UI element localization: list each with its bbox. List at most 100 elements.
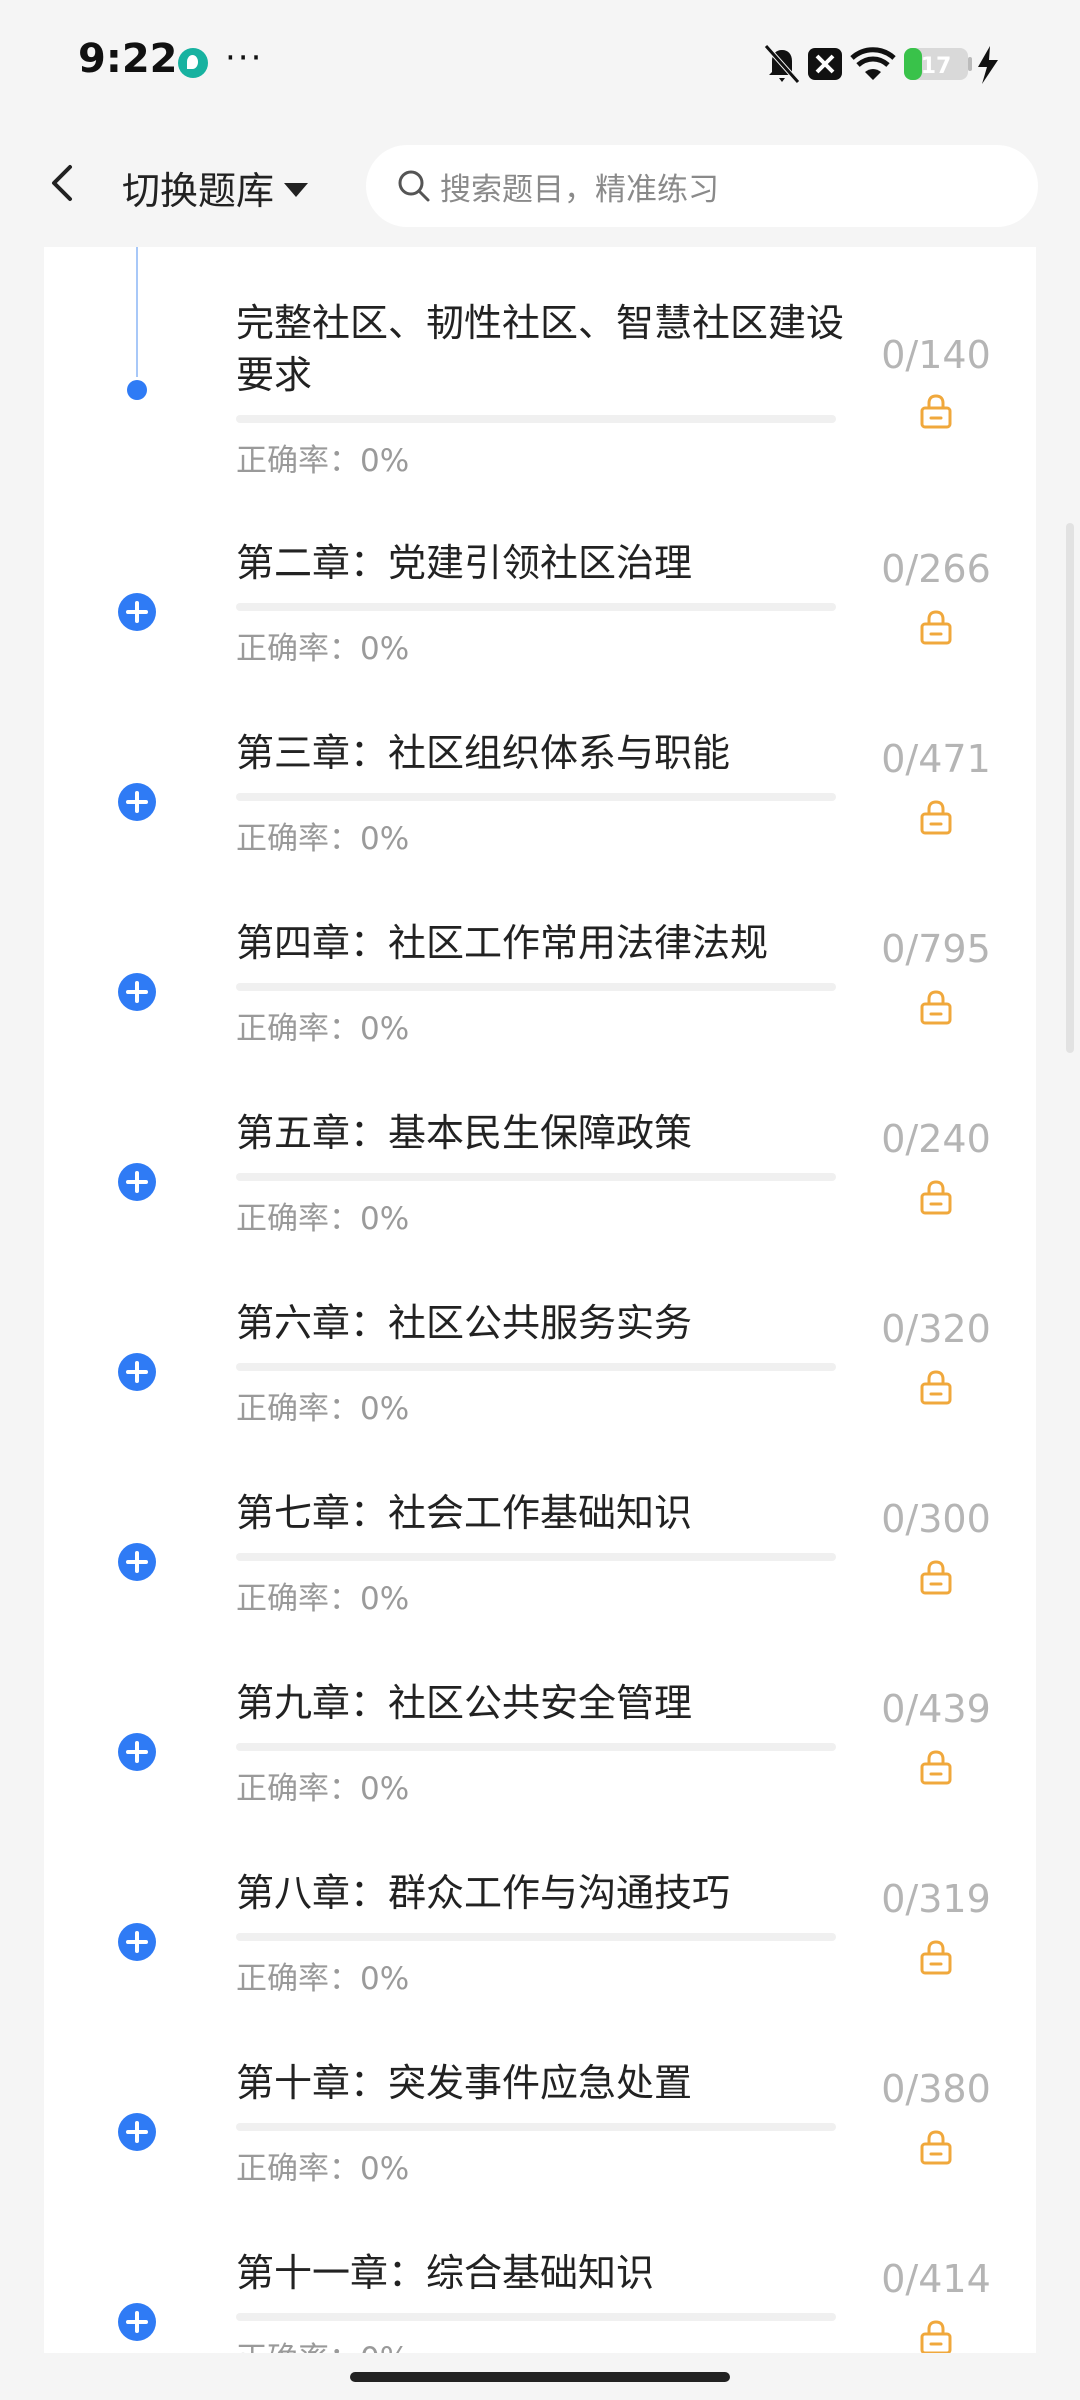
chapter-row[interactable]: 第五章：基本民生保障政策正确率：0% 0/240: [44, 1107, 1036, 1297]
accuracy-text: 正确率：0%: [236, 443, 410, 479]
battery-icon: 17: [904, 48, 972, 80]
lock-icon[interactable]: [919, 609, 953, 645]
question-count: 0/380: [881, 2067, 991, 2111]
chapter-row[interactable]: 第八章：群众工作与沟通技巧正确率：0% 0/319: [44, 1867, 1036, 2057]
expand-plus-icon[interactable]: [118, 973, 156, 1011]
timeline-dot: [127, 380, 147, 400]
expand-plus-icon[interactable]: [118, 593, 156, 631]
chapter-row[interactable]: 第九章：社区公共安全管理正确率：0% 0/439: [44, 1677, 1036, 1867]
status-time: 9:22: [78, 36, 178, 82]
search-input[interactable]: 搜索题目，精准练习: [366, 145, 1038, 227]
lock-icon[interactable]: [919, 799, 953, 835]
chapter-title: 第八章：群众工作与沟通技巧: [236, 1871, 731, 1915]
chapter-row[interactable]: 第六章：社区公共服务实务正确率：0% 0/320: [44, 1297, 1036, 1487]
expand-plus-icon[interactable]: [118, 1543, 156, 1581]
search-placeholder: 搜索题目，精准练习: [440, 171, 719, 208]
chapter-row[interactable]: 第十章：突发事件应急处置正确率：0% 0/380: [44, 2057, 1036, 2247]
accuracy-text: 正确率：0%: [236, 2151, 410, 2187]
lock-icon[interactable]: [919, 989, 953, 1025]
accuracy-text: 正确率：0%: [236, 1201, 410, 1237]
accuracy-text: 正确率：0%: [236, 821, 410, 857]
question-count: 0/240: [881, 1117, 991, 1161]
chapter-title: 第四章：社区工作常用法律法规: [236, 921, 769, 965]
question-count: 0/320: [881, 1307, 991, 1351]
question-count: 0/140: [881, 333, 991, 377]
status-icons: 17: [760, 42, 1010, 86]
progress-bar: [236, 1743, 836, 1751]
expand-plus-icon[interactable]: [118, 2303, 156, 2341]
lock-icon[interactable]: [919, 2319, 953, 2353]
question-count: 0/471: [881, 737, 991, 781]
accuracy-text: 正确率：0%: [236, 2333, 409, 2353]
question-count: 0/319: [881, 1877, 991, 1921]
chapter-row[interactable]: 第三章：社区组织体系与职能正确率：0% 0/471: [44, 727, 1036, 917]
lock-icon[interactable]: [919, 1369, 953, 1405]
chapter-list[interactable]: 完整社区、韧性社区、智慧社区建设要求正确率：0% 0/140 第二章：党建引领社区治…: [44, 247, 1036, 2353]
chapter-title: 第七章：社会工作基础知识: [236, 1491, 693, 1535]
lock-icon[interactable]: [919, 1939, 953, 1975]
switch-bank-dropdown[interactable]: 切换题库: [122, 160, 309, 215]
chapter-title: 第五章：基本民生保障政策: [236, 1111, 693, 1155]
lock-icon[interactable]: [919, 1179, 953, 1215]
question-count: 0/795: [881, 927, 991, 971]
chapter-row[interactable]: 第七章：社会工作基础知识正确率：0% 0/300: [44, 1487, 1036, 1677]
battery-level: 17: [921, 54, 952, 79]
chapter-row[interactable]: 第十一章：综合基础知识正确率：0% 0/414: [44, 2247, 1036, 2353]
page-title: 切换题库: [122, 169, 275, 213]
lock-icon[interactable]: [919, 393, 953, 429]
chapter-title: 第十章：突发事件应急处置: [236, 2061, 693, 2105]
question-count: 0/300: [881, 1497, 991, 1541]
progress-bar: [236, 2313, 836, 2321]
home-indicator[interactable]: [350, 2372, 730, 2382]
scrollbar[interactable]: [1066, 523, 1074, 1053]
status-bar: 9:22 ··· 17: [0, 0, 1080, 125]
progress-bar: [236, 2123, 836, 2131]
question-count: 0/266: [881, 547, 991, 591]
chapter-title: 第六章：社区公共服务实务: [236, 1301, 693, 1345]
accuracy-text: 正确率：0%: [236, 631, 410, 667]
lock-icon[interactable]: [919, 1749, 953, 1785]
chapter-row[interactable]: 完整社区、韧性社区、智慧社区建设要求正确率：0% 0/140: [44, 297, 1036, 487]
wifi-icon: [850, 47, 896, 80]
header: 切换题库 搜索题目，精准练习: [0, 125, 1080, 247]
accuracy-text: 正确率：0%: [236, 1391, 410, 1427]
accuracy-text: 正确率：0%: [236, 1581, 410, 1617]
search-icon: [398, 170, 430, 202]
more-notifications-icon: ···: [225, 38, 264, 78]
chapter-row[interactable]: 第二章：党建引领社区治理正确率：0% 0/266: [44, 537, 1036, 727]
app-notification-icon: [178, 48, 208, 78]
lock-icon[interactable]: [919, 2129, 953, 2165]
question-count: 0/439: [881, 1687, 991, 1731]
accuracy-text: 正确率：0%: [236, 1771, 410, 1807]
expand-plus-icon[interactable]: [118, 1733, 156, 1771]
charging-bolt-icon: [978, 46, 998, 84]
expand-plus-icon[interactable]: [118, 1353, 156, 1391]
progress-bar: [236, 1363, 836, 1371]
bell-off-icon: [764, 44, 800, 84]
chapter-title: 完整社区、韧性社区、智慧社区建设要求: [236, 301, 845, 397]
expand-plus-icon[interactable]: [118, 2113, 156, 2151]
back-button[interactable]: [40, 153, 86, 213]
accuracy-text: 正确率：0%: [236, 1961, 410, 1997]
close-box-icon: [808, 48, 842, 80]
progress-bar: [236, 793, 836, 801]
lock-icon[interactable]: [919, 1559, 953, 1595]
progress-bar: [236, 1553, 836, 1561]
chevron-left-icon: [52, 165, 72, 201]
chapter-title: 第九章：社区公共安全管理: [236, 1681, 693, 1725]
expand-plus-icon[interactable]: [118, 1163, 156, 1201]
progress-bar: [236, 983, 836, 991]
caret-down-icon: [284, 182, 309, 197]
progress-bar: [236, 415, 836, 423]
progress-bar: [236, 1933, 836, 1941]
chapter-title: 第二章：党建引领社区治理: [236, 541, 693, 585]
expand-plus-icon[interactable]: [118, 1923, 156, 1961]
chapter-row[interactable]: 第四章：社区工作常用法律法规正确率：0% 0/795: [44, 917, 1036, 1107]
chapter-title: 第十一章：综合基础知识: [236, 2251, 655, 2295]
screen: 9:22 ··· 17 切换题库 搜索题目，精准练习 完整社区、韧性社区、智慧社…: [0, 0, 1080, 2400]
chapter-title: 第三章：社区组织体系与职能: [236, 731, 731, 775]
progress-bar: [236, 603, 836, 611]
accuracy-text: 正确率：0%: [236, 1011, 410, 1047]
question-count: 0/414: [881, 2257, 991, 2301]
expand-plus-icon[interactable]: [118, 783, 156, 821]
